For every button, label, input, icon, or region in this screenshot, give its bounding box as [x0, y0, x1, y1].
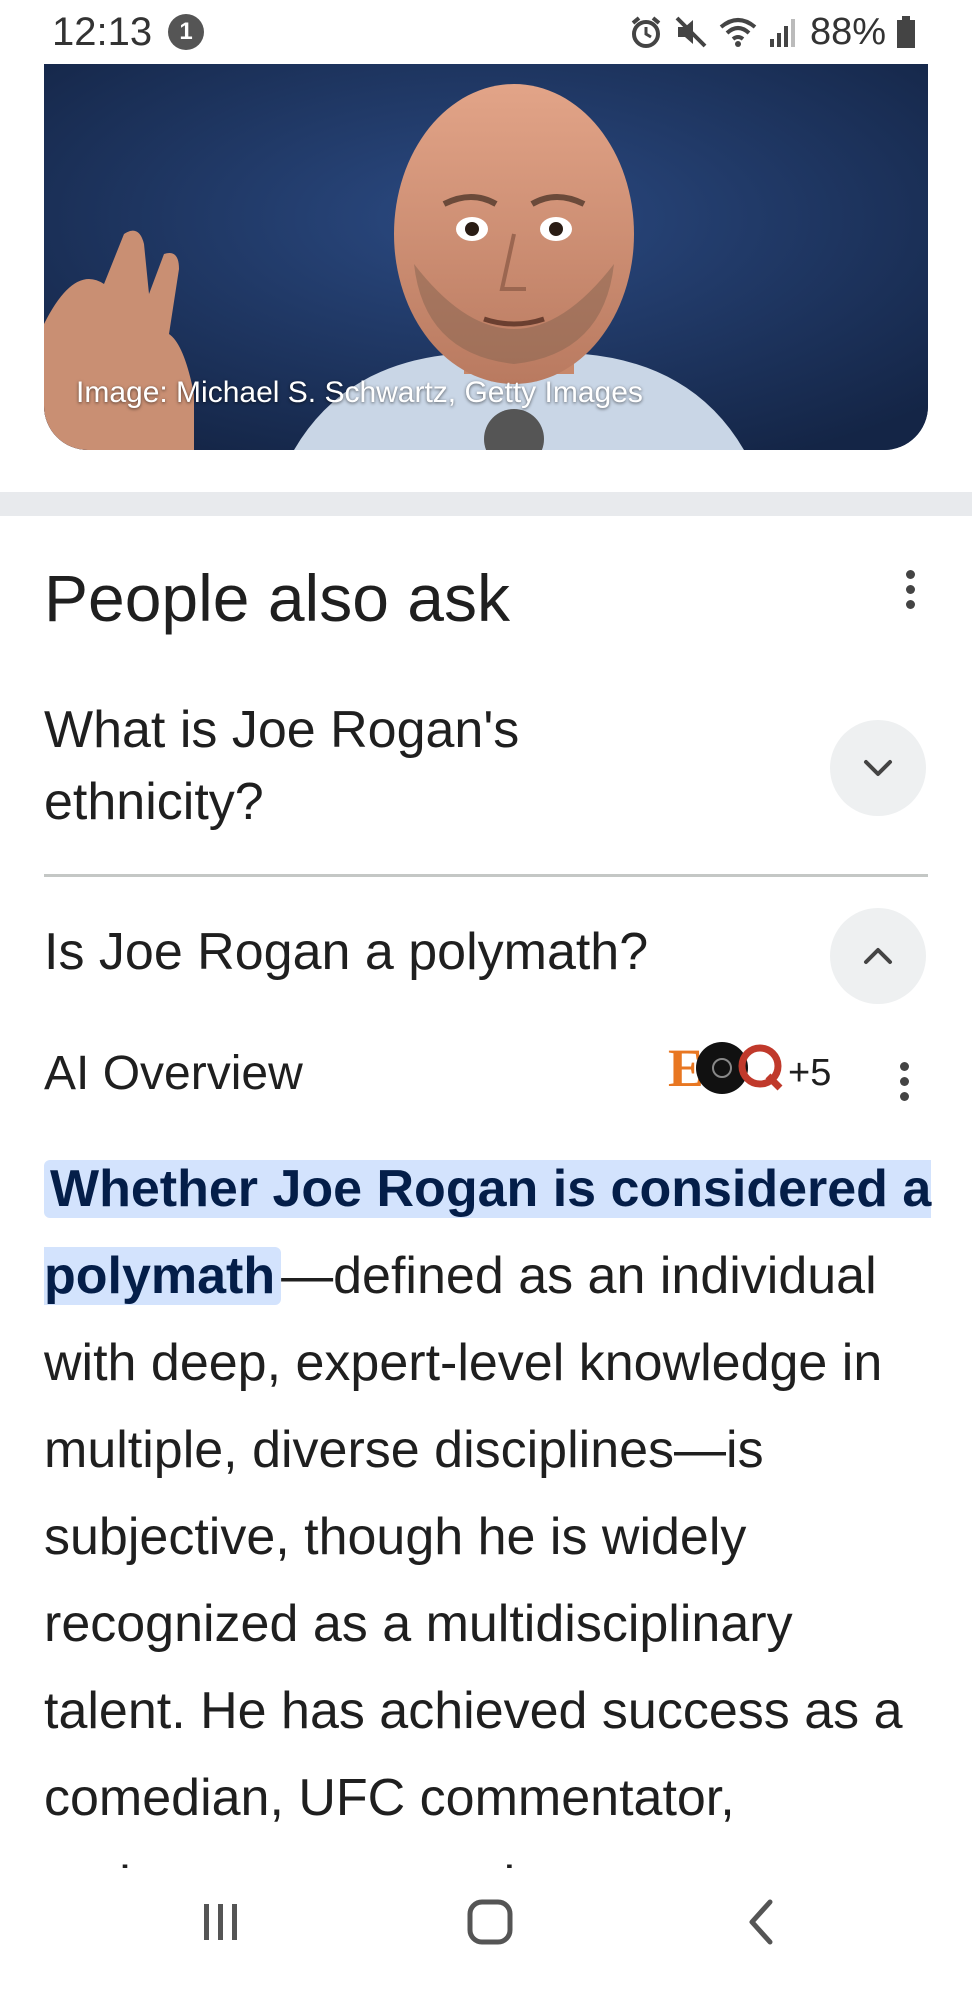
clock: 12:13: [52, 10, 153, 54]
back-icon: [749, 1899, 773, 1945]
signal-icon: [768, 15, 798, 49]
back-button[interactable]: [722, 1892, 802, 1972]
question-ethnicity[interactable]: What is Joe Rogan's ethnicity?: [44, 694, 604, 838]
source-favicons[interactable]: E: [668, 1036, 784, 1100]
more-sources-count[interactable]: +5: [788, 1052, 831, 1095]
battery-percent: 88%: [810, 10, 887, 53]
recent-apps-button[interactable]: [180, 1892, 260, 1972]
image-card[interactable]: Image: Michael S. Schwartz, Getty Images: [44, 64, 928, 450]
ai-overview-more-icon[interactable]: [898, 1062, 910, 1101]
chevron-up-icon: [864, 948, 892, 964]
wifi-icon: [718, 15, 758, 49]
expand-question-button[interactable]: [830, 720, 926, 816]
status-icons: 88%: [628, 10, 916, 53]
collapse-question-button[interactable]: [830, 908, 926, 1004]
home-button[interactable]: [450, 1892, 530, 1972]
people-also-ask-title: People also ask: [44, 561, 510, 635]
battery-icon: [896, 15, 916, 49]
chevron-down-icon: [864, 760, 892, 776]
image-credit: Image: Michael S. Schwartz, Getty Images: [76, 376, 643, 409]
ai-overview-text: Whether Joe Rogan is considered a polyma…: [44, 1146, 934, 1929]
system-nav-bar: [0, 1868, 972, 2000]
recent-apps-icon: [204, 1904, 237, 1940]
question-divider: [44, 874, 928, 877]
notification-badge: 1: [168, 14, 204, 50]
alarm-icon: [628, 14, 664, 50]
ai-overview-label: AI Overview: [44, 1047, 303, 1100]
question-polymath[interactable]: Is Joe Rogan a polymath?: [44, 922, 648, 982]
mute-icon: [674, 15, 708, 49]
section-divider: [0, 492, 972, 516]
ai-overview-body: —defined as an individual with deep, exp…: [44, 1247, 903, 1914]
home-icon: [467, 1899, 513, 1945]
paa-more-icon[interactable]: [904, 570, 916, 609]
status-bar: 12:13 1 88%: [0, 0, 972, 64]
